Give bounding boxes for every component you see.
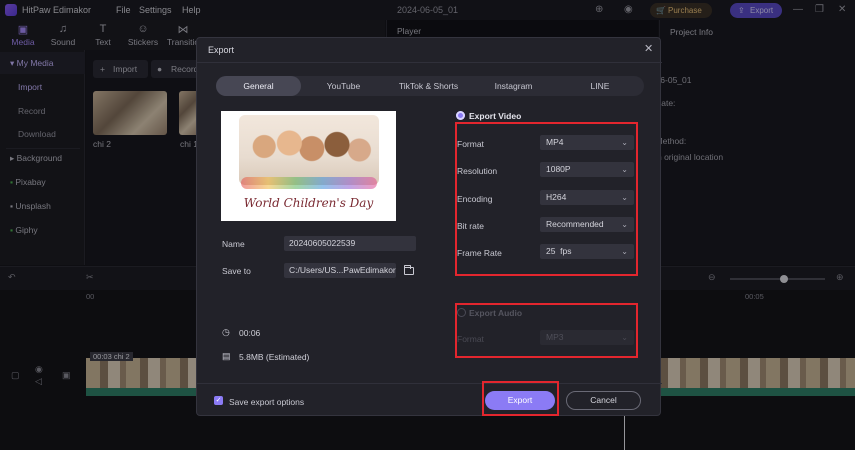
save-options-label: Save export options — [229, 397, 305, 407]
bit-rate-value: Recommended — [546, 219, 604, 229]
export-audio-title: Export Audio — [469, 308, 523, 318]
audio-format-select[interactable]: MP3 ⌄ — [540, 330, 634, 345]
tab-general[interactable]: General — [216, 76, 301, 96]
encoding-value: H264 — [546, 192, 567, 202]
dialog-divider — [197, 62, 662, 63]
tab-instagram[interactable]: Instagram — [471, 76, 556, 96]
preview-image — [239, 115, 379, 185]
save-options-checkbox[interactable]: ✓ — [214, 396, 223, 405]
encoding-label: Encoding — [457, 194, 493, 204]
save-to-label: Save to — [222, 266, 251, 276]
clock-icon: ◷ — [222, 327, 230, 337]
export-tabs: General YouTube TikTok & Shorts Instagra… — [216, 76, 644, 96]
dialog-footer-divider — [197, 383, 662, 384]
chevron-down-icon: ⌄ — [621, 193, 628, 202]
preview-caption: World Children's Day — [243, 196, 374, 210]
file-size-icon: ▤ — [222, 351, 231, 361]
bit-rate-select[interactable]: Recommended ⌄ — [540, 217, 634, 232]
bit-rate-label: Bit rate — [457, 221, 484, 231]
format-select[interactable]: MP4 ⌄ — [540, 135, 634, 150]
dialog-title: Export — [208, 45, 235, 55]
export-video-title: Export Video — [469, 111, 522, 121]
tab-tiktok-shorts[interactable]: TikTok & Shorts — [386, 76, 471, 96]
chevron-down-icon: ⌄ — [621, 138, 628, 147]
chevron-down-icon: ⌄ — [621, 220, 628, 229]
file-size: 5.8MB (Estimated) — [239, 352, 310, 362]
cancel-button[interactable]: Cancel — [566, 391, 641, 410]
export-dialog: Export ✕ General YouTube TikTok & Shorts… — [196, 37, 662, 416]
chevron-down-icon: ⌄ — [621, 247, 628, 256]
tab-line[interactable]: LINE — [556, 76, 644, 96]
export-audio-radio[interactable] — [457, 308, 466, 317]
resolution-value: 1080P — [546, 164, 571, 174]
name-label: Name — [222, 239, 245, 249]
duration: 00:06 — [239, 328, 261, 338]
audio-format-value: MP3 — [546, 332, 564, 342]
folder-icon[interactable] — [404, 265, 414, 275]
resolution-label: Resolution — [457, 166, 498, 176]
preview-paint-stripe — [241, 177, 377, 189]
video-preview: World Children's Day — [221, 111, 396, 221]
frame-rate-value: 25 fps — [546, 246, 572, 256]
name-input[interactable]: 20240605022539 — [284, 236, 416, 251]
close-icon[interactable]: ✕ — [644, 42, 653, 55]
export-video-radio[interactable] — [456, 111, 465, 120]
save-to-path[interactable]: C:/Users/US...PawEdimakor — [284, 263, 396, 278]
export-button[interactable]: Export — [485, 391, 555, 410]
frame-rate-select[interactable]: 25 fps ⌄ — [540, 244, 634, 259]
format-value: MP4 — [546, 137, 564, 147]
frame-rate-label: Frame Rate — [457, 248, 502, 258]
encoding-select[interactable]: H264 ⌄ — [540, 190, 634, 205]
format-label: Format — [457, 139, 484, 149]
tab-youtube[interactable]: YouTube — [301, 76, 386, 96]
chevron-down-icon: ⌄ — [621, 165, 628, 174]
chevron-down-icon: ⌄ — [621, 333, 628, 342]
resolution-select[interactable]: 1080P ⌄ — [540, 162, 634, 177]
audio-format-label: Format — [457, 334, 484, 344]
